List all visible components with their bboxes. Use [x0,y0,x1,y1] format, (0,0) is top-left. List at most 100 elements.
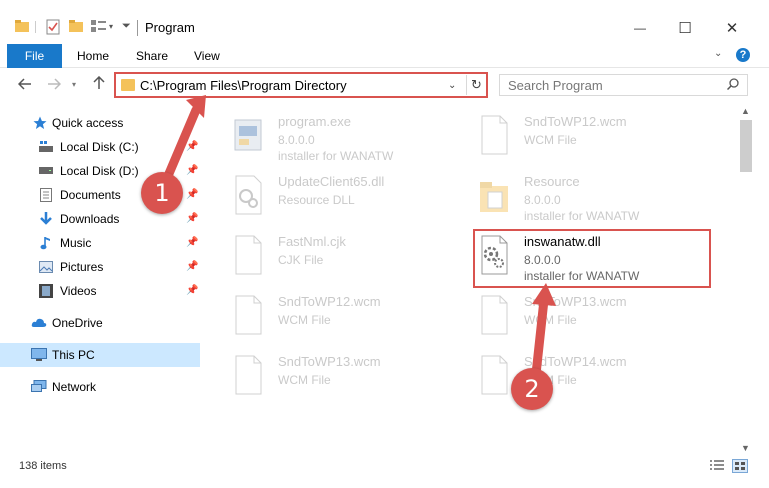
cloud-icon [31,315,47,331]
sidebar-item-label: Documents [60,188,121,202]
minimize-icon: — [634,21,646,35]
file-tile[interactable]: SndToWP13.wcm WCM File [218,348,448,402]
title-bar: ▾ ⏷ Program — ☐ ✕ [0,0,769,42]
file-tile[interactable]: UpdateClient65.dll Resource DLL [218,168,448,222]
quick-access-dropdown-icon[interactable]: ⏷ [122,20,131,33]
up-arrow-icon[interactable] [92,75,106,93]
sidebar-item-this-pc[interactable]: This PC [0,343,200,367]
file-tile[interactable]: SndToWP12.wcm WCM File [464,108,694,162]
ribbon-tabs: File Home Share View [0,42,769,68]
dll-icon [232,174,264,216]
search-icon[interactable] [726,78,739,91]
view-options-icon[interactable] [91,19,107,36]
sidebar-item-local-disk-c[interactable]: Local Disk (C:) 📌 [0,135,200,159]
documents-icon [38,187,54,203]
scrollbar-thumb[interactable] [740,120,752,172]
file-name: SndToWP13.wcm [524,294,627,309]
file-tile[interactable]: Resource 8.0.0.0 installer for WANATW [464,168,694,223]
sidebar-item-label: This PC [52,348,95,362]
scroll-up-icon[interactable]: ▲ [741,106,750,116]
step-2-callout: 2 [511,368,553,410]
file-name: FastNml.cjk [278,234,346,249]
sidebar-item-label: Downloads [60,212,120,226]
window-title: Program [145,20,195,35]
pin-icon[interactable]: 📌 [186,213,198,224]
sidebar-item-label: OneDrive [52,316,103,330]
file-tile[interactable]: SndToWP13.wcm WCM File [464,288,694,342]
vertical-scrollbar[interactable]: ▲ ▼ [738,104,755,456]
title-divider [137,20,138,36]
search-input[interactable]: Search Program [508,78,603,93]
file-description: installer for WANATW [278,149,394,163]
blank-file-icon [478,354,510,396]
file-version: 8.0.0.0 [278,133,315,147]
close-icon: ✕ [725,20,739,37]
details-view-icon[interactable] [709,459,725,473]
file-name: program.exe [278,114,351,129]
file-name: SndToWP12.wcm [524,114,627,129]
sidebar-item-music[interactable]: Music 📌 [0,231,200,255]
folder-icon [15,19,29,36]
file-tile[interactable]: FastNml.cjk CJK File [218,228,448,282]
file-type: Resource DLL [278,193,355,207]
file-tile[interactable]: SndToWP12.wcm WCM File [218,288,448,342]
pin-icon[interactable]: 📌 [186,141,198,152]
address-history-chevron-icon[interactable]: ⌄ [448,80,456,91]
tiles-view-icon[interactable] [732,459,748,473]
sidebar-item-label: Local Disk (D:) [60,164,139,178]
music-note-icon [38,235,54,251]
blank-file-icon [478,294,510,336]
sidebar-item-network[interactable]: Network [0,375,200,399]
address-bar[interactable]: C:\Program Files\Program Directory ⌄ ↻ [114,72,488,98]
pin-icon[interactable]: 📌 [186,189,198,200]
pin-icon[interactable]: 📌 [186,261,198,272]
sidebar-item-videos[interactable]: Videos 📌 [0,279,200,303]
minimize-button[interactable]: — [617,15,663,41]
sidebar-item-label: Quick access [52,116,124,130]
sidebar-item-onedrive[interactable]: OneDrive [0,311,200,335]
search-box[interactable]: Search Program [499,74,748,96]
expand-ribbon-icon[interactable]: ⌄ [714,48,722,59]
file-tile[interactable]: SndToWP14.wcm WCM File [464,348,694,402]
pin-icon[interactable]: 📌 [186,285,198,296]
tab-share[interactable]: Share [136,44,168,68]
forward-arrow-icon[interactable] [47,77,62,94]
folder-icon [478,174,510,216]
address-path[interactable]: C:\Program Files\Program Directory [140,78,347,93]
back-arrow-icon[interactable] [17,77,32,94]
recent-locations-chevron-icon[interactable]: ▾ [72,80,76,89]
file-type: WCM File [524,133,577,147]
file-highlight-box [473,229,711,288]
pin-icon[interactable]: 📌 [186,237,198,248]
tab-file[interactable]: File [7,44,62,68]
pictures-icon [38,259,54,275]
sidebar-item-label: Videos [60,284,97,298]
new-folder-icon[interactable] [69,19,83,36]
file-type: CJK File [278,253,324,267]
tab-home[interactable]: Home [77,44,109,68]
scroll-down-icon[interactable]: ▼ [741,443,750,453]
sidebar-item-pictures[interactable]: Pictures 📌 [0,255,200,279]
customize-chevron-icon[interactable]: ▾ [109,22,113,31]
file-name: SndToWP13.wcm [278,354,381,369]
blank-file-icon [478,114,510,156]
drive-icon [38,163,54,179]
properties-icon[interactable] [46,19,60,38]
tab-view[interactable]: View [194,44,220,68]
item-count: 138 items [19,460,67,472]
exe-icon [232,114,264,156]
refresh-icon[interactable]: ↻ [466,75,486,95]
file-name: SndToWP12.wcm [278,294,381,309]
file-tile[interactable]: program.exe 8.0.0.0 installer for WANATW [218,108,448,163]
sidebar-item-label: Network [52,380,97,394]
sidebar-item-quick-access[interactable]: Quick access [0,111,200,135]
step-1-callout: 1 [141,172,183,214]
pin-icon[interactable]: 📌 [186,165,198,176]
sidebar-item-label: Pictures [60,260,104,274]
maximize-button[interactable]: ☐ [662,15,708,41]
help-icon[interactable]: ? [736,48,750,62]
computer-icon [31,347,47,363]
sidebar-item-label: Music [60,236,92,250]
download-arrow-icon [38,211,54,227]
close-button[interactable]: ✕ [709,15,755,41]
